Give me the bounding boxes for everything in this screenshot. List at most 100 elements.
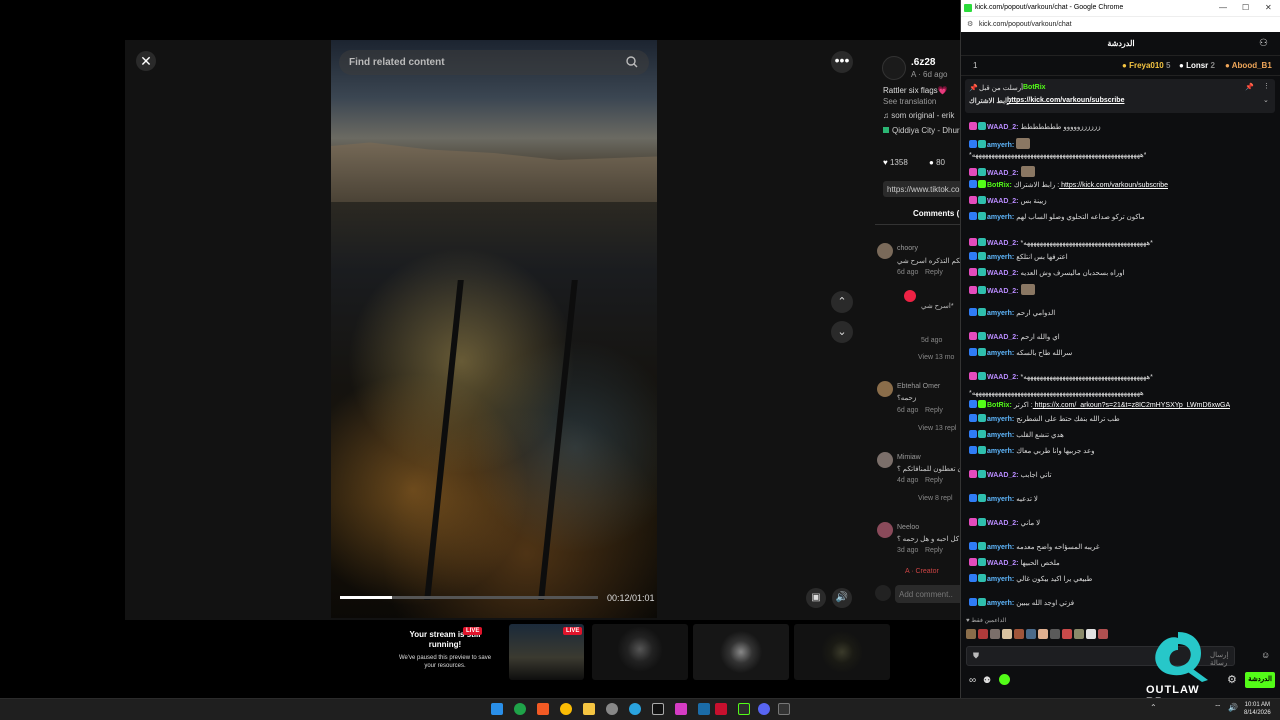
gear-icon[interactable]: ⚙ bbox=[1227, 673, 1237, 686]
send-chat-button[interactable]: الدردشة bbox=[1245, 672, 1275, 688]
quick-emote[interactable] bbox=[966, 629, 976, 639]
comments-stat[interactable]: ● 80 bbox=[929, 158, 945, 167]
minimize-button[interactable]: — bbox=[1219, 0, 1227, 16]
video-progress-bar[interactable] bbox=[340, 596, 598, 599]
tab-comments[interactable]: Comments ( bbox=[913, 209, 959, 218]
file-explorer-icon[interactable] bbox=[583, 703, 595, 715]
window-close-button[interactable]: ✕ bbox=[1265, 0, 1272, 16]
start-icon[interactable] bbox=[491, 703, 503, 715]
chat-username[interactable]: WAAD_2: bbox=[987, 124, 1019, 131]
preview-thumbnail[interactable] bbox=[693, 624, 789, 680]
users-icon[interactable]: ⚉ bbox=[983, 675, 991, 686]
chat-username[interactable]: BotRix: bbox=[987, 402, 1012, 409]
volume-icon[interactable]: 🔊 bbox=[1228, 703, 1238, 712]
app-red-icon[interactable] bbox=[715, 703, 727, 715]
more-options-button[interactable]: ••• bbox=[831, 51, 853, 73]
close-button[interactable]: ✕ bbox=[136, 51, 156, 71]
chat-username[interactable]: amyerh: bbox=[987, 350, 1014, 357]
chat-username[interactable]: WAAD_2: bbox=[987, 198, 1019, 205]
chat-username[interactable]: amyerh: bbox=[987, 142, 1014, 149]
next-video-button[interactable]: ⌄ bbox=[831, 321, 853, 343]
chat-username[interactable]: amyerh: bbox=[987, 214, 1014, 221]
kick-taskbar-icon[interactable] bbox=[738, 703, 750, 715]
quick-emote[interactable] bbox=[978, 629, 988, 639]
quick-emote[interactable] bbox=[1098, 629, 1108, 639]
reply-button[interactable]: Reply bbox=[925, 407, 943, 414]
chat-username[interactable]: BotRix: bbox=[987, 182, 1012, 189]
chat-username[interactable]: amyerh: bbox=[987, 576, 1014, 583]
unpin-icon[interactable]: 📌 bbox=[1245, 83, 1254, 91]
quick-emote[interactable] bbox=[990, 629, 1000, 639]
discord-icon[interactable] bbox=[758, 703, 770, 715]
quick-emote[interactable] bbox=[1086, 629, 1096, 639]
view-more-replies[interactable]: View 8 repl bbox=[918, 495, 953, 502]
app-icon[interactable] bbox=[778, 703, 790, 715]
chat-username[interactable]: WAAD_2: bbox=[987, 520, 1019, 527]
brave-icon[interactable] bbox=[537, 703, 549, 715]
previous-video-button[interactable]: ⌃ bbox=[831, 291, 853, 313]
tray-clock[interactable]: 10:01 AM 8/14/2026 bbox=[1244, 701, 1271, 717]
reply-button[interactable]: Reply bbox=[925, 547, 943, 554]
chat-username[interactable]: WAAD_2: bbox=[987, 374, 1019, 381]
chat-link[interactable]: https://x.com/_arkoun?s=21&t=z8IC2mHYSXY… bbox=[1033, 402, 1230, 409]
gifter-lonsr[interactable]: ● Lonsr 2 bbox=[1179, 61, 1215, 70]
wifi-icon[interactable]: ⌔ bbox=[1214, 703, 1222, 713]
chrome-icon[interactable] bbox=[560, 703, 572, 715]
view-more-replies[interactable]: View 13 mo bbox=[918, 354, 954, 361]
video-player[interactable] bbox=[331, 40, 657, 618]
search-icon[interactable] bbox=[625, 55, 639, 69]
chat-username[interactable]: amyerh: bbox=[987, 496, 1014, 503]
chat-username[interactable]: amyerh: bbox=[987, 310, 1014, 317]
obs-icon[interactable] bbox=[606, 703, 618, 715]
gifter-freya[interactable]: ● Freya010 5 bbox=[1122, 61, 1170, 70]
quick-emote[interactable] bbox=[1074, 629, 1084, 639]
chat-username[interactable]: amyerh: bbox=[987, 416, 1014, 423]
view-more-replies[interactable]: View 13 repl bbox=[918, 425, 956, 432]
quick-emote[interactable] bbox=[1002, 629, 1012, 639]
chat-username[interactable]: amyerh: bbox=[987, 432, 1014, 439]
preview-thumbnail[interactable] bbox=[592, 624, 688, 680]
pinned-link[interactable]: https://kick.com/varkoun/subscribe bbox=[1007, 97, 1124, 104]
author-avatar[interactable] bbox=[882, 56, 906, 80]
chat-username[interactable]: WAAD_2: bbox=[987, 334, 1019, 341]
address-bar[interactable]: ⚙ kick.com/popout/varkoun/chat bbox=[961, 16, 1280, 32]
chat-username[interactable]: WAAD_2: bbox=[987, 270, 1019, 277]
telegram-icon[interactable] bbox=[629, 703, 641, 715]
add-comment-input[interactable]: Add comment.. bbox=[895, 585, 960, 603]
xbox-icon[interactable] bbox=[514, 703, 526, 715]
steam-icon[interactable] bbox=[698, 703, 710, 715]
chat-users-icon[interactable]: ⚇ bbox=[1259, 38, 1268, 49]
pinned-menu-icon[interactable]: ⋮ bbox=[1263, 82, 1270, 90]
app-icon[interactable] bbox=[675, 703, 687, 715]
tray-chevron-icon[interactable]: ⌃ bbox=[1150, 703, 1157, 712]
site-settings-icon[interactable]: ⚙ bbox=[967, 17, 973, 33]
quick-emote[interactable] bbox=[1014, 629, 1024, 639]
maximize-button[interactable]: ☐ bbox=[1242, 0, 1249, 16]
chat-username[interactable]: WAAD_2: bbox=[987, 472, 1019, 479]
kick-points-icon[interactable] bbox=[999, 674, 1010, 685]
tiktok-icon[interactable] bbox=[652, 703, 664, 715]
chat-username[interactable]: amyerh: bbox=[987, 448, 1014, 455]
author-name[interactable]: .6z28 bbox=[911, 57, 935, 68]
search-input[interactable]: Find related content bbox=[339, 50, 649, 75]
comment-author[interactable]: Neeloo bbox=[897, 524, 919, 531]
likes[interactable]: ♥ 1358 bbox=[883, 158, 908, 167]
comment-author[interactable]: Mimiaw bbox=[897, 454, 921, 461]
music-label[interactable]: ♫ som original - erik bbox=[883, 111, 954, 120]
emoji-icon[interactable]: ☺ bbox=[1261, 650, 1270, 660]
chevron-down-icon[interactable]: ⌄ bbox=[1263, 96, 1269, 104]
gifter-abood[interactable]: ● Abood_B1 bbox=[1225, 61, 1272, 70]
chat-username[interactable]: WAAD_2: bbox=[987, 288, 1019, 295]
reply-button[interactable]: Reply bbox=[925, 477, 943, 484]
quick-emote[interactable] bbox=[1050, 629, 1060, 639]
quick-emote[interactable] bbox=[1038, 629, 1048, 639]
location-label[interactable]: Qiddiya City - Dhurm bbox=[883, 126, 960, 135]
pinned-user[interactable]: BotRix bbox=[1023, 84, 1046, 91]
comment-author[interactable]: choory bbox=[897, 245, 918, 252]
chat-username[interactable]: amyerh: bbox=[987, 600, 1014, 607]
infinity-icon[interactable]: ∞ bbox=[969, 675, 976, 686]
chat-username[interactable]: amyerh: bbox=[987, 544, 1014, 551]
copy-link-field[interactable]: https://www.tiktok.co bbox=[883, 181, 960, 197]
chat-username[interactable]: WAAD_2: bbox=[987, 170, 1019, 177]
reply-button[interactable]: Reply bbox=[925, 269, 943, 276]
